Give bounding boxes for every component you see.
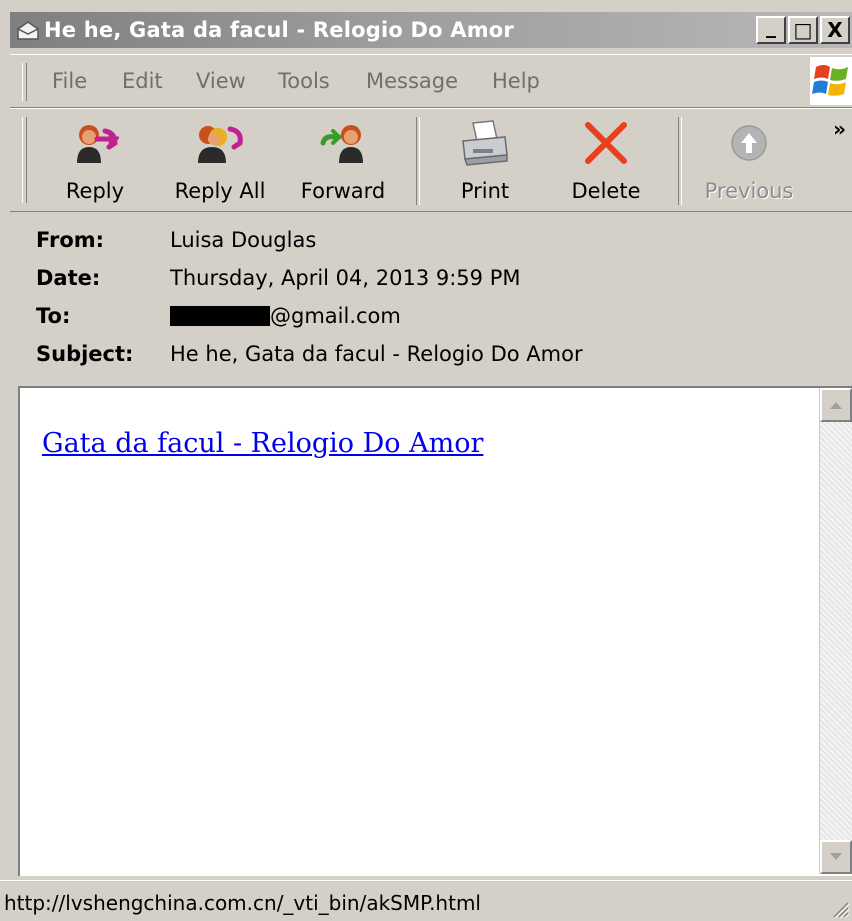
- to-value: @gmail.com: [170, 304, 401, 328]
- menu-message[interactable]: Message: [366, 69, 458, 93]
- redaction-bar: [170, 306, 270, 326]
- menu-file[interactable]: File: [52, 69, 87, 93]
- vertical-scrollbar[interactable]: [819, 388, 852, 874]
- reply-icon: [67, 115, 123, 171]
- menu-grip[interactable]: [22, 63, 27, 101]
- resize-grip-icon[interactable]: [830, 899, 850, 919]
- window-controls: _ □ X: [756, 14, 850, 44]
- maximize-glyph: □: [793, 18, 813, 42]
- window-title: He he, Gata da facul - Relogio Do Amor: [44, 18, 514, 42]
- maximize-button[interactable]: □: [788, 16, 818, 44]
- title-bar[interactable]: He he, Gata da facul - Relogio Do Amor _…: [10, 12, 852, 48]
- toolbar: Reply Reply All Forward Print Delete Pre…: [10, 108, 852, 212]
- menu-bar: File Edit View Tools Message Help: [10, 54, 852, 108]
- scroll-down-button[interactable]: [820, 840, 852, 874]
- date-value: Thursday, April 04, 2013 9:59 PM: [170, 266, 521, 290]
- reply-all-label: Reply All: [174, 179, 266, 203]
- status-url: http://lvshengchina.com.cn/_vti_bin/akSM…: [4, 891, 481, 915]
- toolbar-separator: [678, 117, 682, 205]
- mail-window: He he, Gata da facul - Relogio Do Amor _…: [0, 0, 852, 921]
- menu-edit[interactable]: Edit: [122, 69, 163, 93]
- previous-icon: [721, 115, 777, 171]
- delete-icon: [578, 115, 634, 171]
- toolbar-grip[interactable]: [22, 117, 27, 203]
- toolbar-separator: [416, 117, 420, 205]
- menu-view[interactable]: View: [196, 69, 246, 93]
- envelope-icon: [14, 16, 42, 44]
- to-label: To:: [36, 304, 71, 328]
- forward-button[interactable]: Forward: [298, 115, 388, 207]
- menu-help[interactable]: Help: [492, 69, 540, 93]
- scroll-up-arrow-icon: [830, 402, 842, 409]
- print-icon: [457, 115, 513, 171]
- to-row: To: @gmail.com: [36, 304, 836, 342]
- close-glyph: X: [827, 18, 843, 42]
- message-headers: From: Luisa Douglas Date: Thursday, Apri…: [36, 228, 836, 380]
- to-email-suffix: @gmail.com: [270, 304, 401, 328]
- print-label: Print: [460, 179, 510, 203]
- subject-row: Subject: He he, Gata da facul - Relogio …: [36, 342, 836, 380]
- previous-button[interactable]: Previous: [704, 115, 794, 207]
- subject-value: He he, Gata da facul - Relogio Do Amor: [170, 342, 583, 366]
- previous-label: Previous: [704, 179, 794, 203]
- status-bar: http://lvshengchina.com.cn/_vti_bin/akSM…: [0, 880, 852, 921]
- delete-button[interactable]: Delete: [570, 115, 642, 207]
- menu-tools[interactable]: Tools: [278, 69, 330, 93]
- delete-label: Delete: [571, 179, 641, 203]
- from-row: From: Luisa Douglas: [36, 228, 836, 266]
- from-label: From:: [36, 228, 105, 252]
- scroll-up-button[interactable]: [820, 388, 852, 422]
- body-link[interactable]: Gata da facul - Relogio Do Amor: [42, 428, 483, 459]
- toolbar-overflow-chevron-icon[interactable]: »: [833, 117, 846, 141]
- subject-label: Subject:: [36, 342, 134, 366]
- close-button[interactable]: X: [820, 16, 850, 44]
- from-value: Luisa Douglas: [170, 228, 317, 252]
- print-button[interactable]: Print: [450, 115, 520, 207]
- windows-logo-icon: [810, 57, 852, 105]
- forward-icon: [315, 115, 371, 171]
- message-body[interactable]: Gata da facul - Relogio Do Amor: [18, 386, 852, 876]
- reply-label: Reply: [65, 179, 125, 203]
- date-row: Date: Thursday, April 04, 2013 9:59 PM: [36, 266, 836, 304]
- reply-all-button[interactable]: Reply All: [170, 115, 270, 207]
- scroll-down-arrow-icon: [830, 853, 842, 860]
- minimize-glyph: _: [766, 14, 776, 38]
- date-label: Date:: [36, 266, 101, 290]
- minimize-button[interactable]: _: [756, 14, 786, 44]
- reply-all-icon: [192, 115, 248, 171]
- reply-button[interactable]: Reply: [60, 115, 130, 207]
- forward-label: Forward: [300, 179, 386, 203]
